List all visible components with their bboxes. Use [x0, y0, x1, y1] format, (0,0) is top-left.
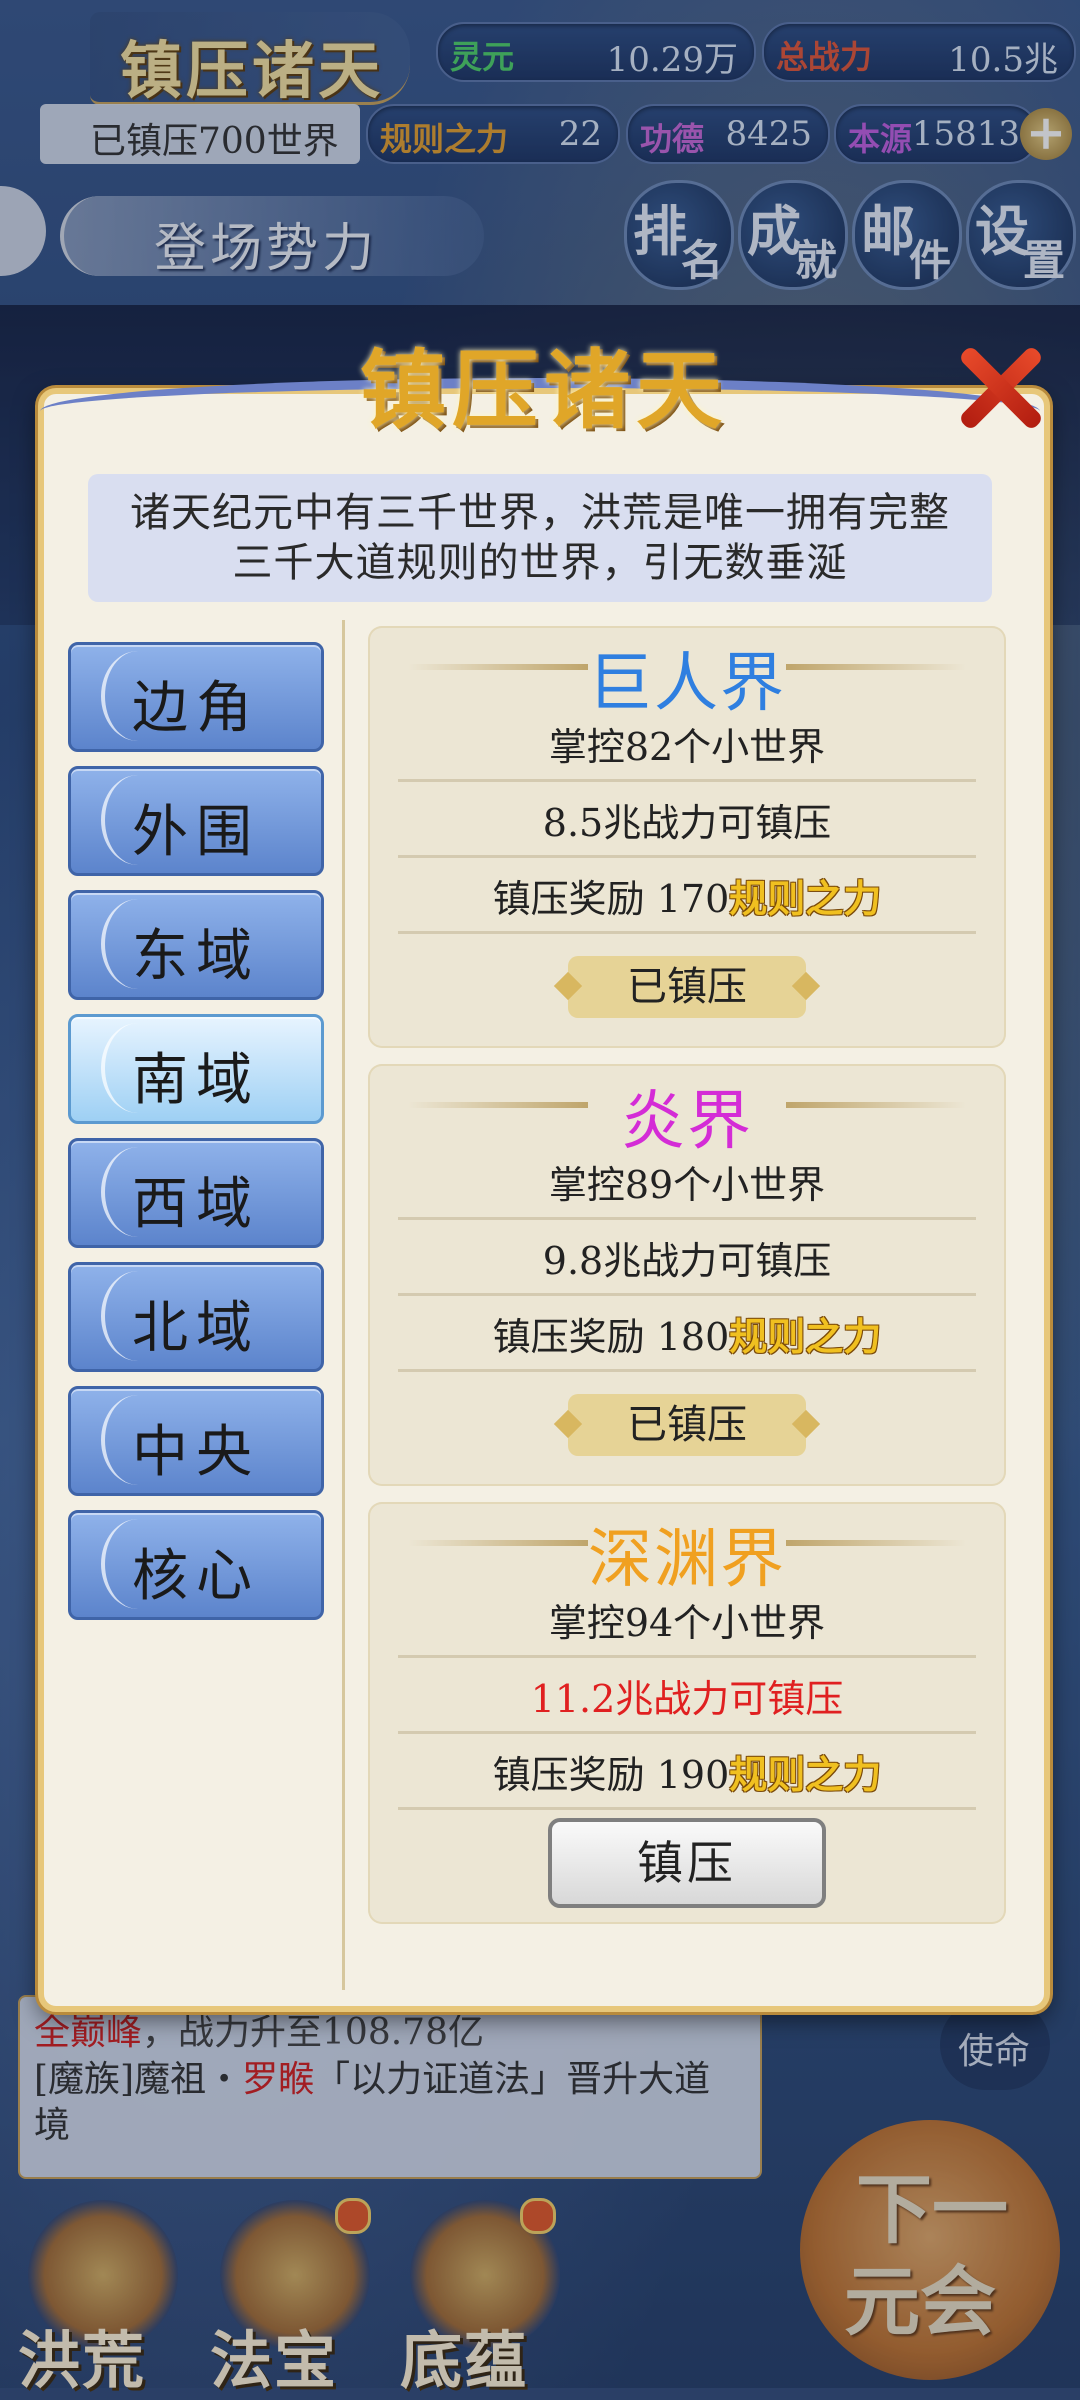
world-reward: 镇压奖励 190规则之力: [398, 1744, 976, 1810]
world-card: 巨人界 掌控82个小世界 8.5兆战力可镇压 镇压奖励 170规则之力 已镇压: [368, 626, 1006, 1048]
world-control: 掌控82个小世界: [398, 716, 976, 782]
zone-label: 边角: [132, 676, 260, 741]
reward-unit: 规则之力: [729, 1314, 882, 1359]
zone-label: 南域: [132, 1048, 260, 1113]
world-power-requirement: 8.5兆战力可镇压: [398, 792, 976, 858]
world-control: 掌控89个小世界: [398, 1154, 976, 1220]
zone-label: 中央: [132, 1420, 260, 1485]
dialog-intro: 诸天纪元中有三千世界，洪荒是唯一拥有完整三千大道规则的世界，引无数垂涎: [88, 474, 992, 602]
zone-label: 核心: [132, 1544, 260, 1609]
zone-tab-core[interactable]: 核心: [68, 1510, 324, 1620]
zone-tab-south[interactable]: 南域: [68, 1014, 324, 1124]
reward-amount: 镇压奖励 180: [492, 1315, 730, 1359]
world-power-requirement: 9.8兆战力可镇压: [398, 1230, 976, 1296]
zone-label: 北域: [132, 1296, 260, 1361]
zone-tab-north[interactable]: 北域: [68, 1262, 324, 1372]
zone-tab-outer[interactable]: 外围: [68, 766, 324, 876]
world-power-requirement: 11.2兆战力可镇压: [398, 1668, 976, 1734]
zone-label: 东域: [132, 924, 260, 989]
column-divider: [342, 620, 345, 1990]
zone-tab-central[interactable]: 中央: [68, 1386, 324, 1496]
world-name: 深渊界: [588, 1523, 786, 1597]
zone-tab-edge[interactable]: 边角: [68, 642, 324, 752]
suppressed-status-badge: 已镇压: [568, 1394, 806, 1456]
reward-amount: 镇压奖励 170: [492, 877, 730, 921]
reward-unit: 规则之力: [729, 1752, 882, 1797]
close-icon[interactable]: [952, 340, 1048, 436]
zone-label: 外围: [132, 800, 260, 865]
intro-text: 诸天纪元中有三千世界，洪荒是唯一拥有完整三千大道规则的世界，引无数垂涎: [130, 490, 950, 586]
zone-tab-east[interactable]: 东域: [68, 890, 324, 1000]
reward-amount: 镇压奖励 190: [492, 1753, 730, 1797]
dialog-title: 镇压诸天: [360, 340, 728, 441]
world-card: 深渊界 掌控94个小世界 11.2兆战力可镇压 镇压奖励 190规则之力 镇压: [368, 1502, 1006, 1924]
world-reward: 镇压奖励 180规则之力: [398, 1306, 976, 1372]
zone-tab-west[interactable]: 西域: [68, 1138, 324, 1248]
zone-label: 西域: [132, 1172, 260, 1237]
world-card: 炎界 掌控89个小世界 9.8兆战力可镇压 镇压奖励 180规则之力 已镇压: [368, 1064, 1006, 1486]
reward-unit: 规则之力: [729, 876, 882, 921]
world-control: 掌控94个小世界: [398, 1592, 976, 1658]
suppressed-status-badge: 已镇压: [568, 956, 806, 1018]
world-name: 炎界: [621, 1085, 753, 1159]
world-reward: 镇压奖励 170规则之力: [398, 868, 976, 934]
world-name: 巨人界: [588, 647, 786, 721]
suppress-button[interactable]: 镇压: [548, 1818, 826, 1908]
